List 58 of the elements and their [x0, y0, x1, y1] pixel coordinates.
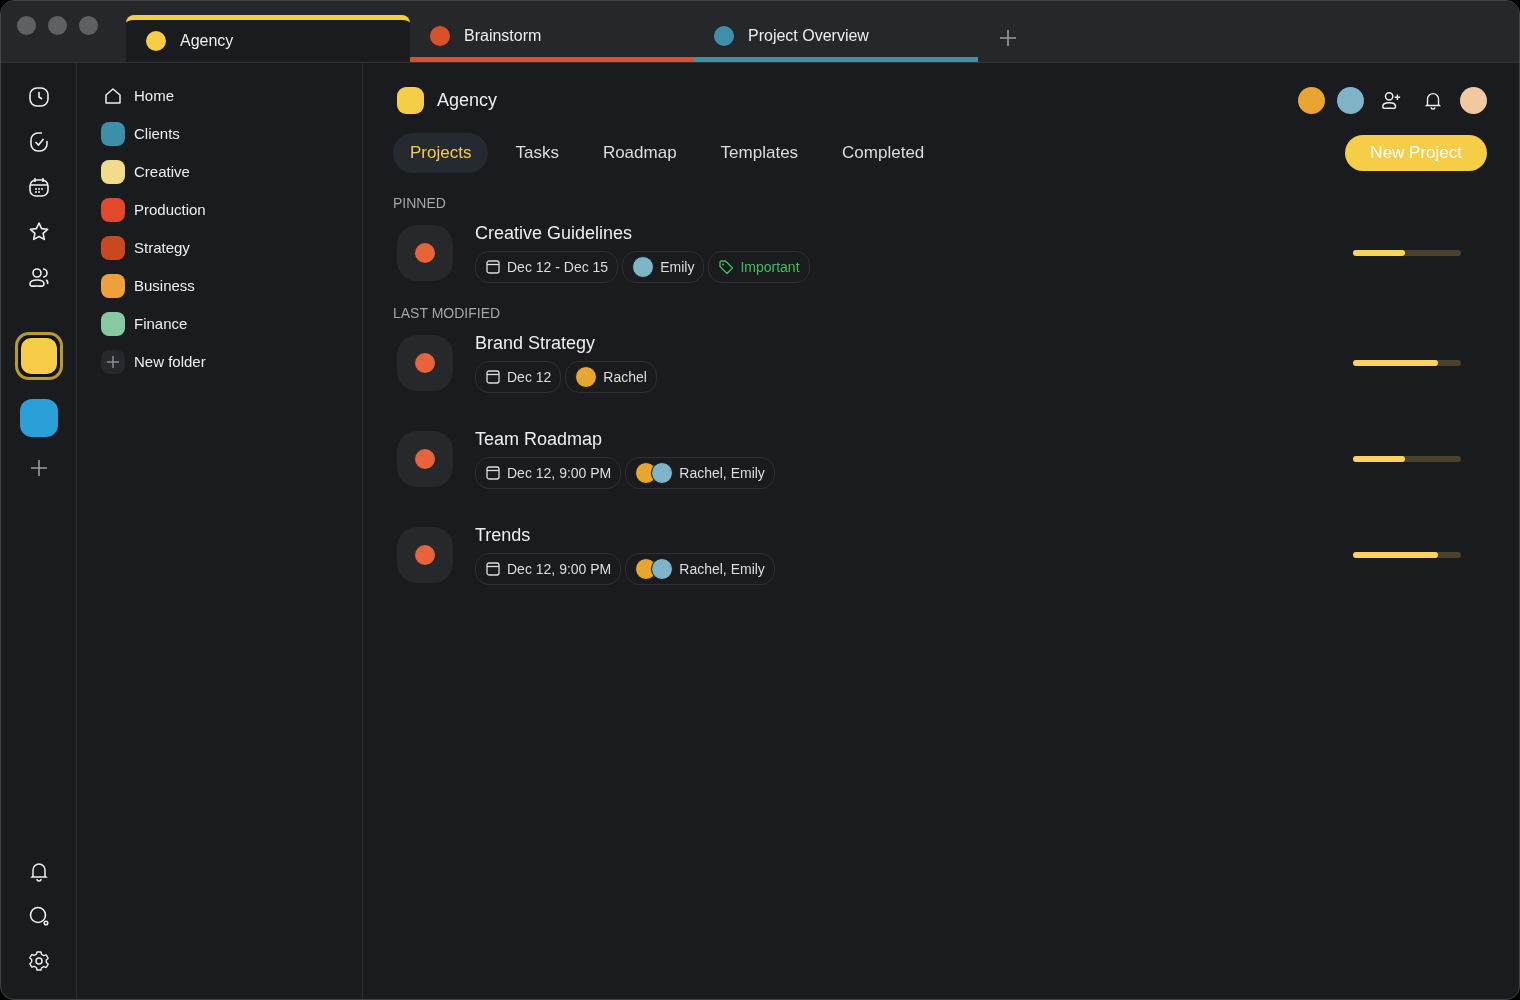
sidebar-item[interactable]: Production: [101, 197, 362, 222]
browser-tab[interactable]: Project Overview: [694, 15, 978, 62]
settings-icon[interactable]: [26, 949, 51, 973]
window-control-dot[interactable]: [17, 16, 36, 35]
tab-badge-icon: [146, 31, 166, 51]
avatar[interactable]: [1460, 86, 1487, 114]
project-icon: [397, 527, 453, 583]
date-text: Dec 12 - Dec 15: [507, 259, 609, 275]
date-text: Dec 12, 9:00 PM: [507, 465, 612, 481]
project-name: Brand Strategy: [475, 333, 597, 354]
assignee-name: Rachel, Emily: [679, 465, 765, 481]
sidebar-item[interactable]: Finance: [101, 311, 362, 336]
page-title: Agency: [437, 89, 498, 111]
avatar[interactable]: [1298, 86, 1325, 114]
sidebar-item[interactable]: New folder: [101, 349, 362, 374]
avatar[interactable]: [1337, 86, 1364, 114]
calendar-icon[interactable]: [26, 175, 51, 199]
view-tab[interactable]: Roadmap: [585, 133, 694, 173]
date-text: Dec 12: [507, 369, 552, 385]
calendar-icon: [485, 465, 501, 481]
sidebar-item[interactable]: Home: [101, 83, 362, 108]
tab-badge-icon: [430, 26, 450, 46]
project-name: Trends: [475, 525, 532, 546]
sidebar-item[interactable]: Clients: [101, 121, 362, 146]
plus-icon: [101, 349, 125, 374]
date-text: Dec 12, 9:00 PM: [507, 561, 612, 577]
tag-icon: [718, 259, 735, 275]
sidebar-item[interactable]: Business: [101, 273, 362, 298]
section-heading: LAST MODIFIED: [393, 305, 502, 321]
project-name: Creative Guidelines: [475, 223, 634, 244]
add-person-icon[interactable]: [1380, 89, 1402, 111]
view-tab[interactable]: Projects: [393, 133, 489, 173]
tag-text: Important: [740, 259, 800, 275]
assignee-name: Rachel, Emily: [679, 561, 765, 577]
sidebar-item[interactable]: Strategy: [101, 235, 362, 260]
project-icon: [397, 431, 453, 487]
window-control-dot[interactable]: [48, 16, 67, 35]
view-tab[interactable]: Templates: [703, 133, 816, 173]
assignee-name: Rachel: [603, 369, 647, 385]
people-icon[interactable]: [26, 265, 51, 289]
calendar-icon: [485, 561, 501, 577]
assignee-name: Emily: [660, 259, 695, 275]
view-tab[interactable]: Tasks: [498, 133, 576, 173]
clock-icon[interactable]: [26, 85, 51, 109]
project-icon: [397, 225, 453, 281]
add-tab-icon[interactable]: [998, 28, 1018, 48]
project-icon: [397, 335, 453, 391]
section-heading: PINNED: [393, 195, 447, 211]
project-name: Team Roadmap: [475, 429, 604, 450]
browser-tab[interactable]: Brainstorm: [410, 15, 694, 62]
calendar-icon: [485, 369, 501, 385]
workspace-button[interactable]: [14, 332, 63, 380]
browser-tab[interactable]: Agency: [126, 15, 410, 62]
window-control-dot[interactable]: [79, 16, 98, 35]
calendar-icon: [485, 259, 501, 275]
tab-badge-icon: [714, 26, 734, 46]
view-tab[interactable]: Completed: [825, 133, 942, 173]
sidebar-item[interactable]: Creative: [101, 159, 362, 184]
